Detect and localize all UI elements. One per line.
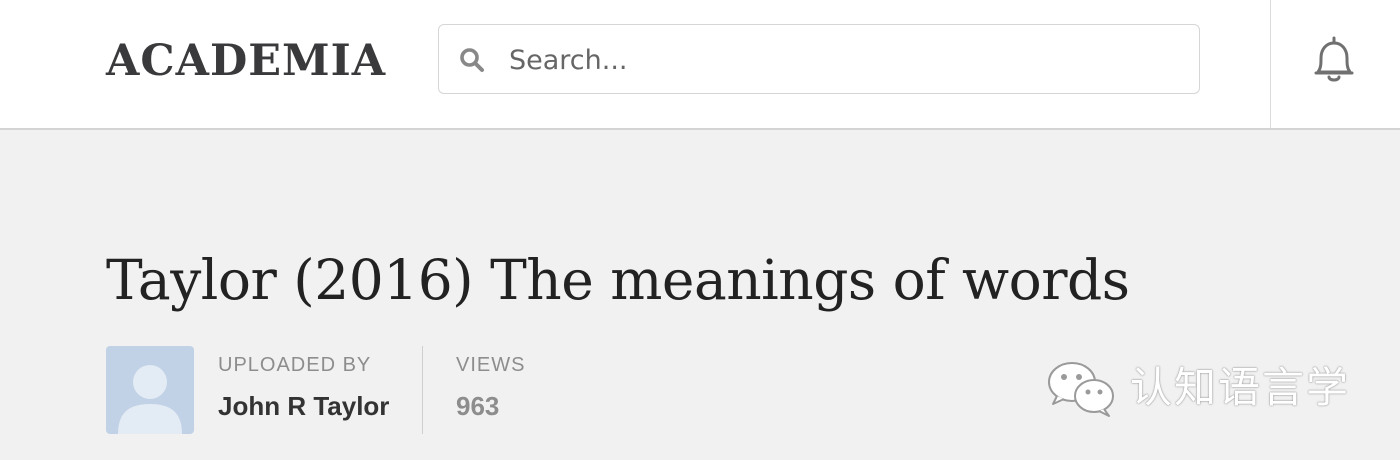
search-input[interactable]	[507, 35, 1181, 85]
top-header: ACADEMIA	[0, 0, 1400, 130]
views-count: 963	[456, 391, 500, 421]
watermark-text: 认知语言学	[1130, 363, 1351, 412]
academia-logo[interactable]: ACADEMIA	[106, 34, 386, 88]
search-icon	[460, 48, 484, 72]
views-label: VIEWS	[456, 354, 526, 376]
search-bar[interactable]	[438, 24, 1200, 94]
document-title: Taylor (2016) The meanings of words	[106, 248, 1130, 312]
meta-divider	[422, 346, 423, 434]
user-silhouette-icon	[118, 365, 182, 434]
avatar[interactable]	[106, 346, 194, 434]
wechat-icon	[1048, 362, 1114, 417]
bell-icon[interactable]	[1306, 32, 1362, 88]
uploaded-by-label: UPLOADED BY	[218, 354, 372, 376]
header-divider	[1270, 0, 1271, 128]
author-link[interactable]: John R Taylor	[218, 389, 389, 423]
